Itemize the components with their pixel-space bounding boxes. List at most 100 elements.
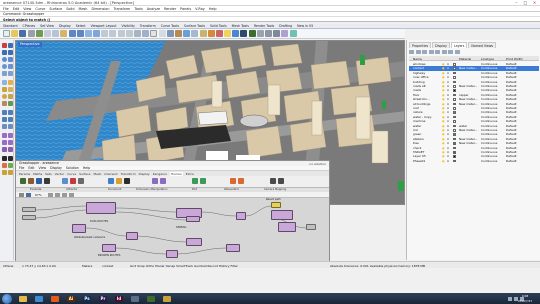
layer-color-swatch[interactable] <box>453 142 456 145</box>
layer-color-swatch[interactable] <box>453 151 456 154</box>
taskbar-app-button[interactable]: Id <box>112 294 126 303</box>
sketch-icon[interactable] <box>54 192 60 197</box>
gh-tab-vector[interactable]: Vector <box>55 172 65 176</box>
boolean-icon[interactable] <box>2 101 7 106</box>
zoom-window-icon[interactable] <box>109 30 117 37</box>
tab-standard[interactable]: Standard <box>3 24 18 28</box>
taskbar-app-button[interactable] <box>16 294 30 303</box>
zoom-level[interactable]: 67% <box>35 193 42 197</box>
section-icon[interactable] <box>281 30 289 37</box>
tab-display[interactable]: Display <box>59 24 71 28</box>
move-icon[interactable] <box>2 133 7 138</box>
menu-item-help[interactable]: Help <box>209 7 217 11</box>
gh-component-join[interactable] <box>271 210 293 220</box>
light-icon[interactable] <box>224 30 232 37</box>
open-icon[interactable] <box>19 192 24 197</box>
gh-panel-result[interactable] <box>271 202 281 208</box>
rotate-icon[interactable] <box>2 140 7 145</box>
layer-color-swatch[interactable] <box>453 89 456 92</box>
taskbar-app-button[interactable] <box>128 294 142 303</box>
wireframe-icon[interactable] <box>158 30 166 37</box>
tab-select[interactable]: Select <box>76 24 86 28</box>
tab-surface-tools[interactable]: Surface Tools <box>184 24 205 28</box>
zoom-icon[interactable] <box>101 30 109 37</box>
taskbar-app-button[interactable] <box>144 294 158 303</box>
cylinder-icon[interactable] <box>8 94 13 99</box>
loft-icon[interactable] <box>2 87 7 92</box>
gh-tab-params[interactable]: Params <box>19 172 30 176</box>
layer-color-swatch[interactable] <box>453 155 456 158</box>
taskbar-app-button[interactable]: Ai <box>64 294 78 303</box>
menu-item-curve[interactable]: Curve <box>35 7 45 11</box>
copy-icon[interactable] <box>52 30 60 37</box>
layer-color-swatch[interactable] <box>453 102 456 106</box>
wire-display-icon[interactable] <box>68 192 74 197</box>
layer-color-swatch[interactable] <box>453 115 456 119</box>
col-print-width[interactable]: Print Width <box>506 57 523 61</box>
fillet-icon[interactable] <box>2 110 7 115</box>
preview-icon[interactable] <box>61 192 67 197</box>
gh-param-output[interactable] <box>306 224 316 230</box>
taskbar-app-button[interactable]: Pr <box>96 294 110 303</box>
status-snaps[interactable]: Grid Snap Ortho Planar Osnap SmartTrack … <box>130 264 238 268</box>
command-prompt[interactable]: Select object to match () <box>0 16 540 22</box>
tab-new-in-v5[interactable]: New in V5 <box>297 24 313 28</box>
layer-color-swatch[interactable] <box>453 98 456 101</box>
array-icon[interactable] <box>8 147 13 152</box>
box-icon[interactable] <box>8 87 13 92</box>
mirror-icon[interactable] <box>2 147 7 152</box>
vray-icon[interactable] <box>240 30 248 37</box>
render-icon[interactable] <box>207 30 215 37</box>
text-icon[interactable] <box>8 71 13 76</box>
layer-icon[interactable] <box>183 30 191 37</box>
gear-icon[interactable] <box>265 30 272 37</box>
scale-icon[interactable] <box>8 140 13 145</box>
zoom-extents-canvas-icon[interactable] <box>47 192 53 197</box>
lock-icon[interactable] <box>2 170 7 175</box>
gh-component-sort[interactable] <box>226 244 240 252</box>
zoom-extents-icon[interactable] <box>117 30 125 37</box>
tools-icon[interactable] <box>454 50 460 54</box>
tab-transform[interactable]: Transform <box>140 24 156 28</box>
layer-color-swatch[interactable] <box>453 120 456 123</box>
show-icon[interactable] <box>8 163 13 168</box>
tab-named-views[interactable]: Named Views <box>468 42 497 48</box>
hide-icon[interactable] <box>2 163 7 168</box>
gh-component-split[interactable] <box>126 232 138 240</box>
layer-color-swatch[interactable] <box>453 63 456 66</box>
grasshopper-toolbar-icon[interactable] <box>248 30 256 37</box>
gh-component-broken[interactable] <box>102 244 116 252</box>
tab-layers[interactable]: Layers <box>450 42 468 48</box>
gh-menu-edit[interactable]: Edit <box>28 166 34 170</box>
open-file-icon[interactable] <box>11 30 19 37</box>
taskbar-app-button[interactable] <box>160 294 174 303</box>
viewport-label[interactable]: Perspective <box>18 42 42 47</box>
delete-layer-icon[interactable] <box>422 50 427 54</box>
material-icon[interactable] <box>215 30 223 37</box>
save-canvas-icon[interactable] <box>26 192 31 197</box>
pan-icon[interactable] <box>84 30 92 37</box>
layer-color-swatch[interactable] <box>453 133 456 136</box>
polygon-icon[interactable] <box>2 71 7 76</box>
save-icon[interactable] <box>19 30 27 37</box>
col-material[interactable]: Material <box>459 57 471 61</box>
move-down-icon[interactable] <box>435 50 440 54</box>
menu-item-view[interactable]: View <box>23 7 31 11</box>
options-icon[interactable] <box>256 30 264 37</box>
properties-icon[interactable] <box>191 30 199 37</box>
layer-color-swatch[interactable] <box>453 80 456 84</box>
curve-icon[interactable] <box>8 50 13 55</box>
surface-icon[interactable] <box>2 80 7 85</box>
group-icon[interactable] <box>8 124 13 129</box>
start-button[interactable] <box>2 293 12 304</box>
layer-color-swatch[interactable] <box>453 93 456 97</box>
col-linetype[interactable]: Linetype <box>481 57 494 61</box>
select-icon[interactable] <box>150 30 158 37</box>
tab-curve-tools[interactable]: Curve Tools <box>161 24 179 28</box>
gh-component-weight[interactable] <box>186 238 202 246</box>
gh-component-list[interactable] <box>236 212 246 220</box>
rectangle-icon[interactable] <box>8 64 13 69</box>
gh-menu-file[interactable]: File <box>19 166 24 170</box>
zoom-selected-icon[interactable] <box>125 30 133 37</box>
tab-render-tools[interactable]: Render Tools <box>254 24 274 28</box>
